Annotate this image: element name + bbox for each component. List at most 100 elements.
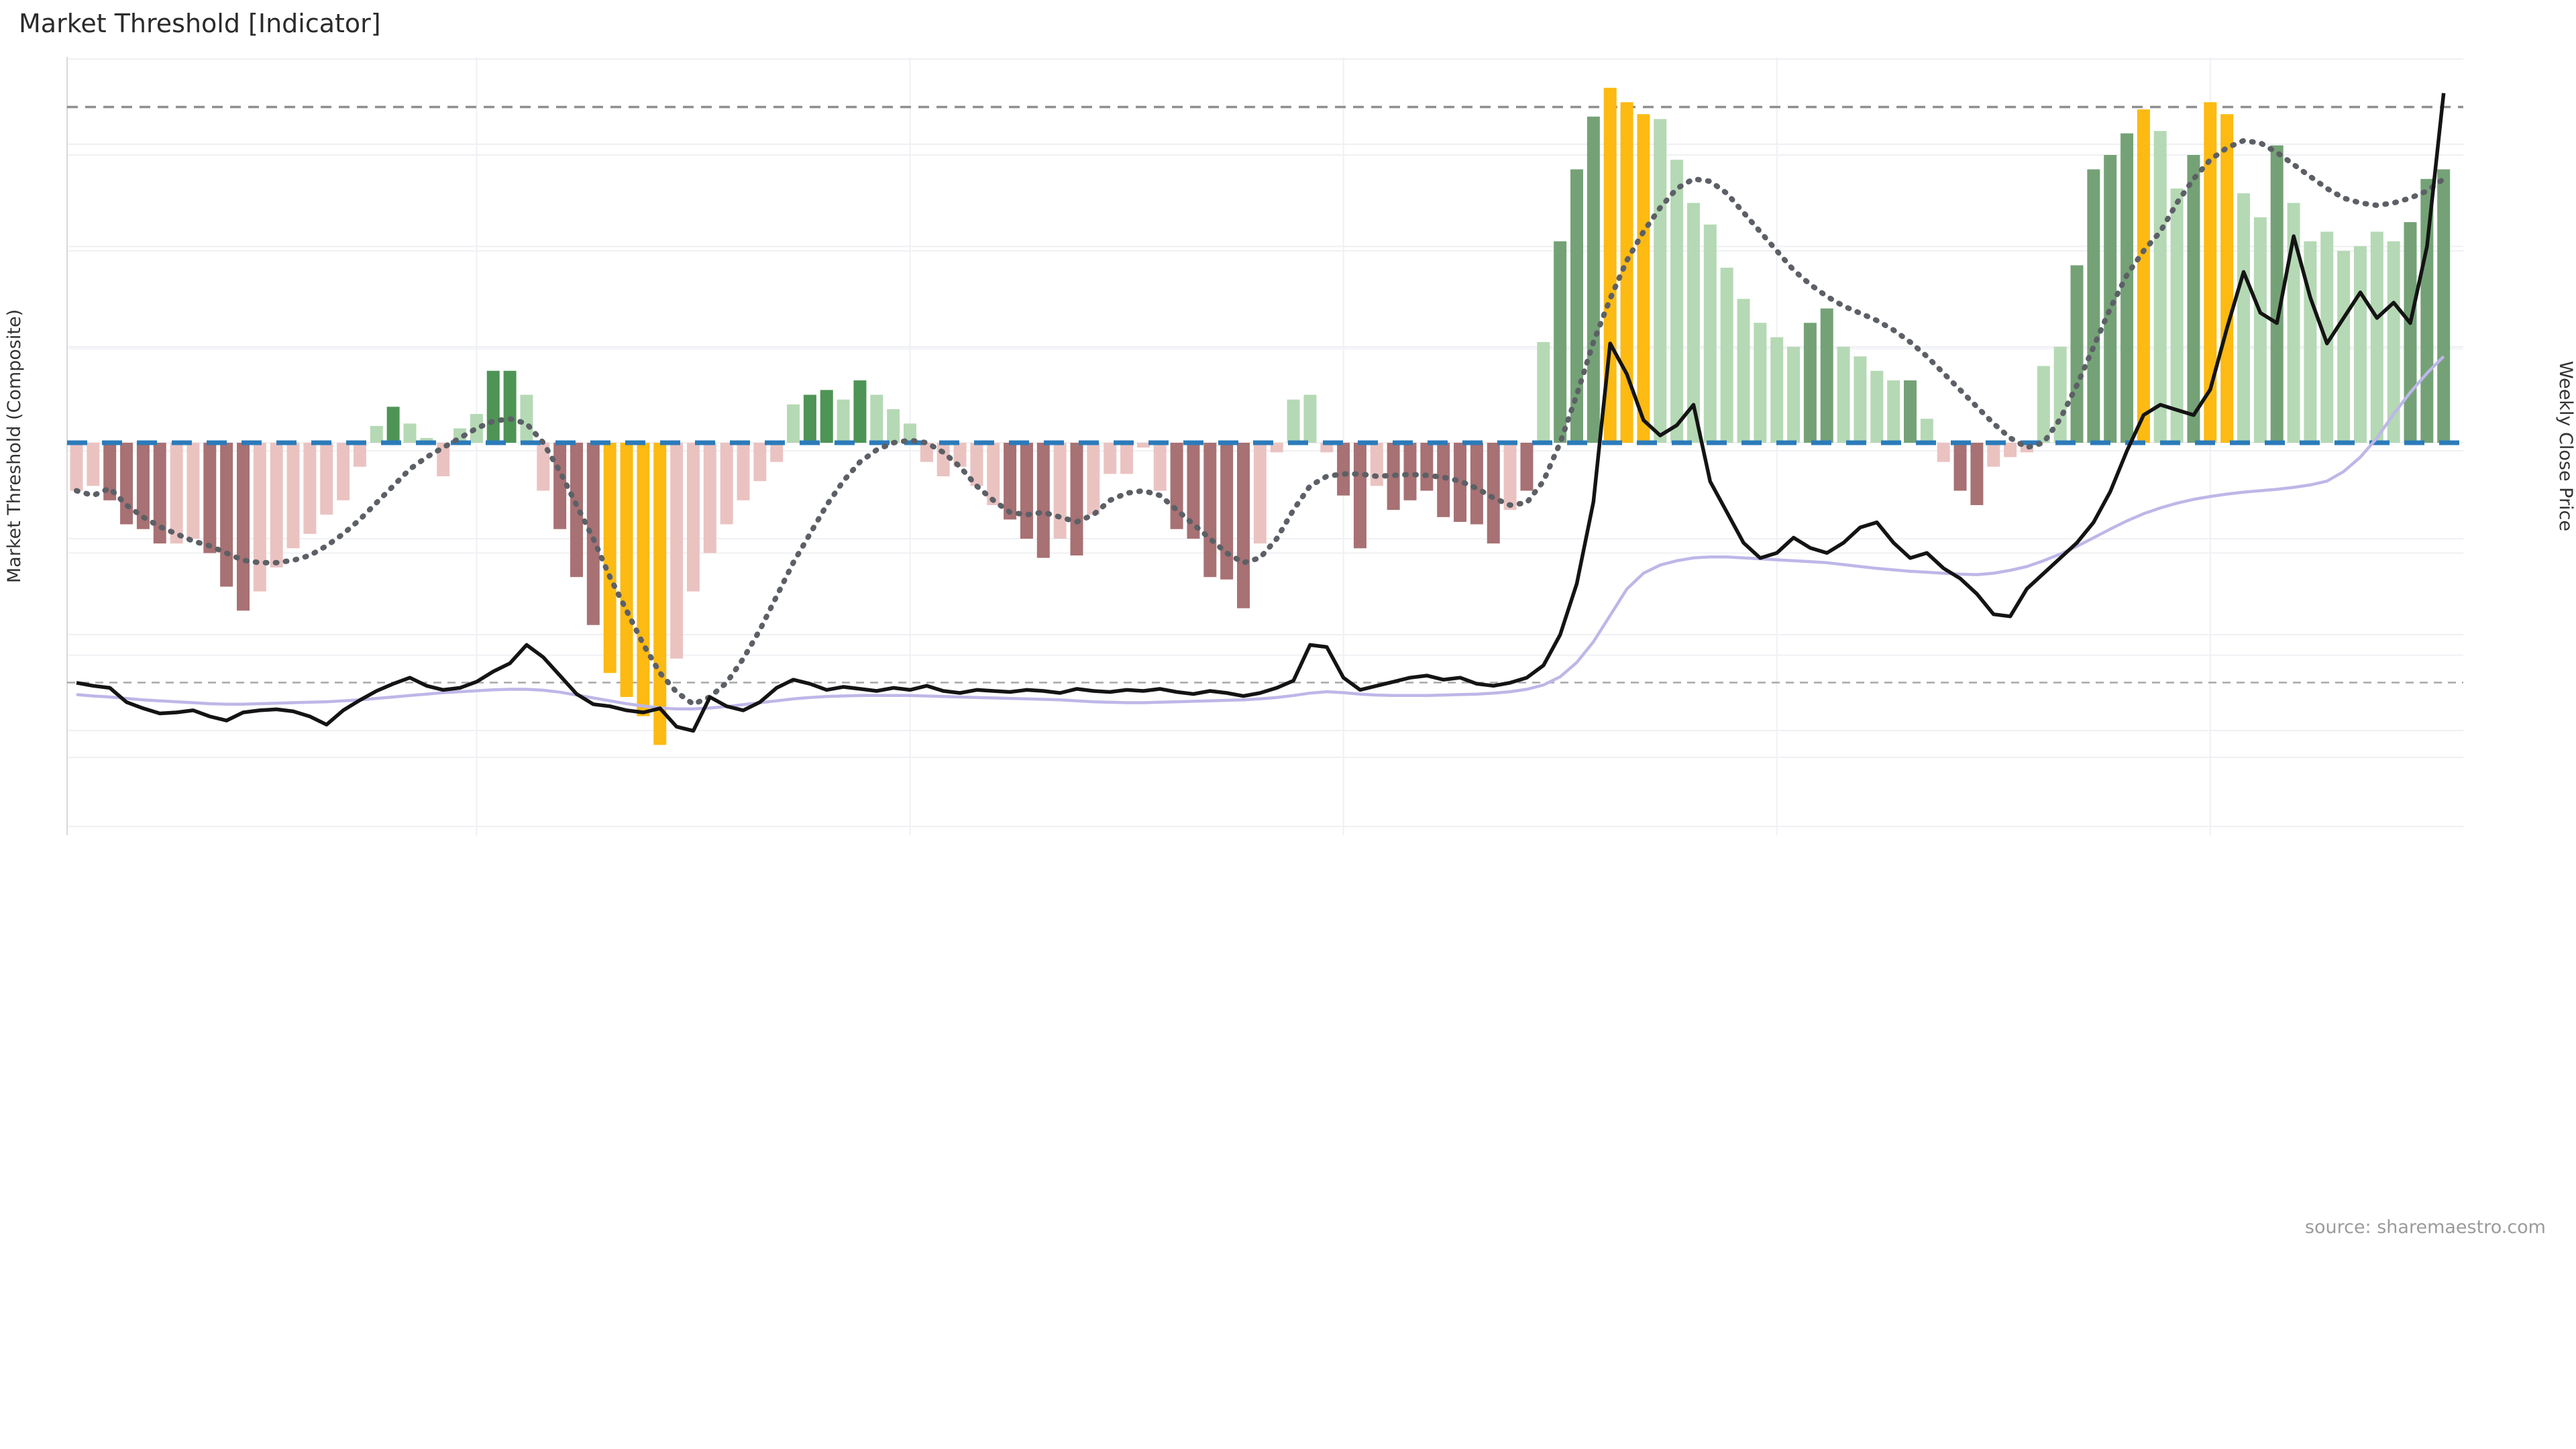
threshold-bar [670,443,683,659]
threshold-bar [1904,380,1917,443]
threshold-bar [1787,347,1800,443]
threshold-bar [1770,337,1783,443]
threshold-bar [1670,160,1683,443]
threshold-bar [1587,117,1600,443]
threshold-bar [1104,443,1116,474]
threshold-bar [1754,323,1766,443]
threshold-bar [1804,323,1817,443]
threshold-bar [720,443,733,525]
threshold-bar [504,371,517,443]
threshold-bar [2254,217,2267,443]
threshold-bar [1954,443,1967,491]
threshold-bar [1704,225,1717,443]
threshold-bar [820,390,833,443]
threshold-bar [87,443,99,486]
threshold-bar [1937,443,1950,462]
threshold-bar [737,443,750,500]
threshold-bar [887,409,900,443]
threshold-bar [203,443,216,553]
threshold-bar [120,443,133,525]
threshold-bar [604,443,616,673]
threshold-bar [1371,443,1383,486]
threshold-bar [653,443,666,745]
threshold-bar [1254,443,1267,543]
threshold-bar [237,443,250,610]
threshold-bar [1404,443,1417,500]
threshold-bar [1970,443,1983,505]
threshold-bar [1554,241,1566,443]
threshold-bar [70,443,83,491]
threshold-bar [1987,443,2000,467]
threshold-bar [2171,189,2184,443]
threshold-bar [2237,193,2250,443]
threshold-bar [687,443,700,592]
threshold-bar [520,395,533,443]
threshold-bar [1420,443,1433,491]
threshold-bars [70,88,2451,745]
threshold-bar [987,443,1000,505]
threshold-bar [1737,299,1750,443]
threshold-bar [303,443,316,534]
threshold-bar [804,395,816,443]
threshold-bar [637,443,649,716]
threshold-bar [1637,114,1650,443]
threshold-bar [621,443,633,697]
threshold-bar [2121,133,2133,443]
threshold-bar [2071,265,2084,443]
threshold-bar [837,400,850,443]
page-title: Market Threshold [Indicator] [19,9,381,38]
threshold-bar [704,443,716,553]
threshold-bar [787,405,800,443]
threshold-bar [2187,155,2200,443]
threshold-bar [1854,356,1866,443]
threshold-bar [2054,347,2067,443]
threshold-bar [1821,309,1833,443]
threshold-bar [1287,400,1300,443]
threshold-bar [170,443,183,543]
threshold-bar [1037,443,1050,558]
threshold-bar [1054,443,1067,539]
threshold-bar [254,443,266,592]
threshold-bar [2404,222,2417,443]
threshold-bar [1504,443,1517,510]
threshold-bar [2220,114,2233,443]
threshold-bar [870,395,883,443]
threshold-bar [1337,443,1350,496]
threshold-bar [1087,443,1099,515]
threshold-bar [753,443,766,481]
threshold-bar [1220,443,1233,580]
threshold-bar [1120,443,1133,474]
threshold-bar [2037,366,2050,443]
left-axis-title: Market Threshold (Composite) [4,309,25,583]
threshold-bar [1187,443,1199,539]
threshold-bar [220,443,233,587]
threshold-bar [2087,169,2100,443]
threshold-bar [587,443,600,625]
threshold-bar [1487,443,1500,543]
threshold-bar [853,380,866,443]
threshold-bar [1020,443,1033,539]
threshold-bar [2337,251,2350,443]
threshold-bar [354,443,366,467]
threshold-bar [2137,109,2150,443]
threshold-bar [1470,443,1483,525]
threshold-bar [1203,443,1216,577]
threshold-bar [337,443,350,500]
threshold-bar [1303,395,1316,443]
chart-legend [0,1402,2576,1442]
threshold-bar [1154,443,1167,491]
threshold-bar [1921,419,1933,443]
threshold-bar [404,423,417,443]
threshold-bar [2104,155,2116,443]
threshold-bar [1354,443,1366,548]
threshold-bar [1137,443,1150,447]
threshold-bar [1071,443,1083,555]
threshold-bar [1870,371,1883,443]
chart-figure: Market Threshold [Indicator] Market Thre… [0,0,2576,1402]
threshold-bar [387,407,400,443]
threshold-bar [1520,443,1533,491]
threshold-bar [1887,380,1900,443]
source-attribution: source: sharemaestro.com [2305,1217,2546,1238]
threshold-bar [1004,443,1016,519]
threshold-bar [1537,342,1550,443]
